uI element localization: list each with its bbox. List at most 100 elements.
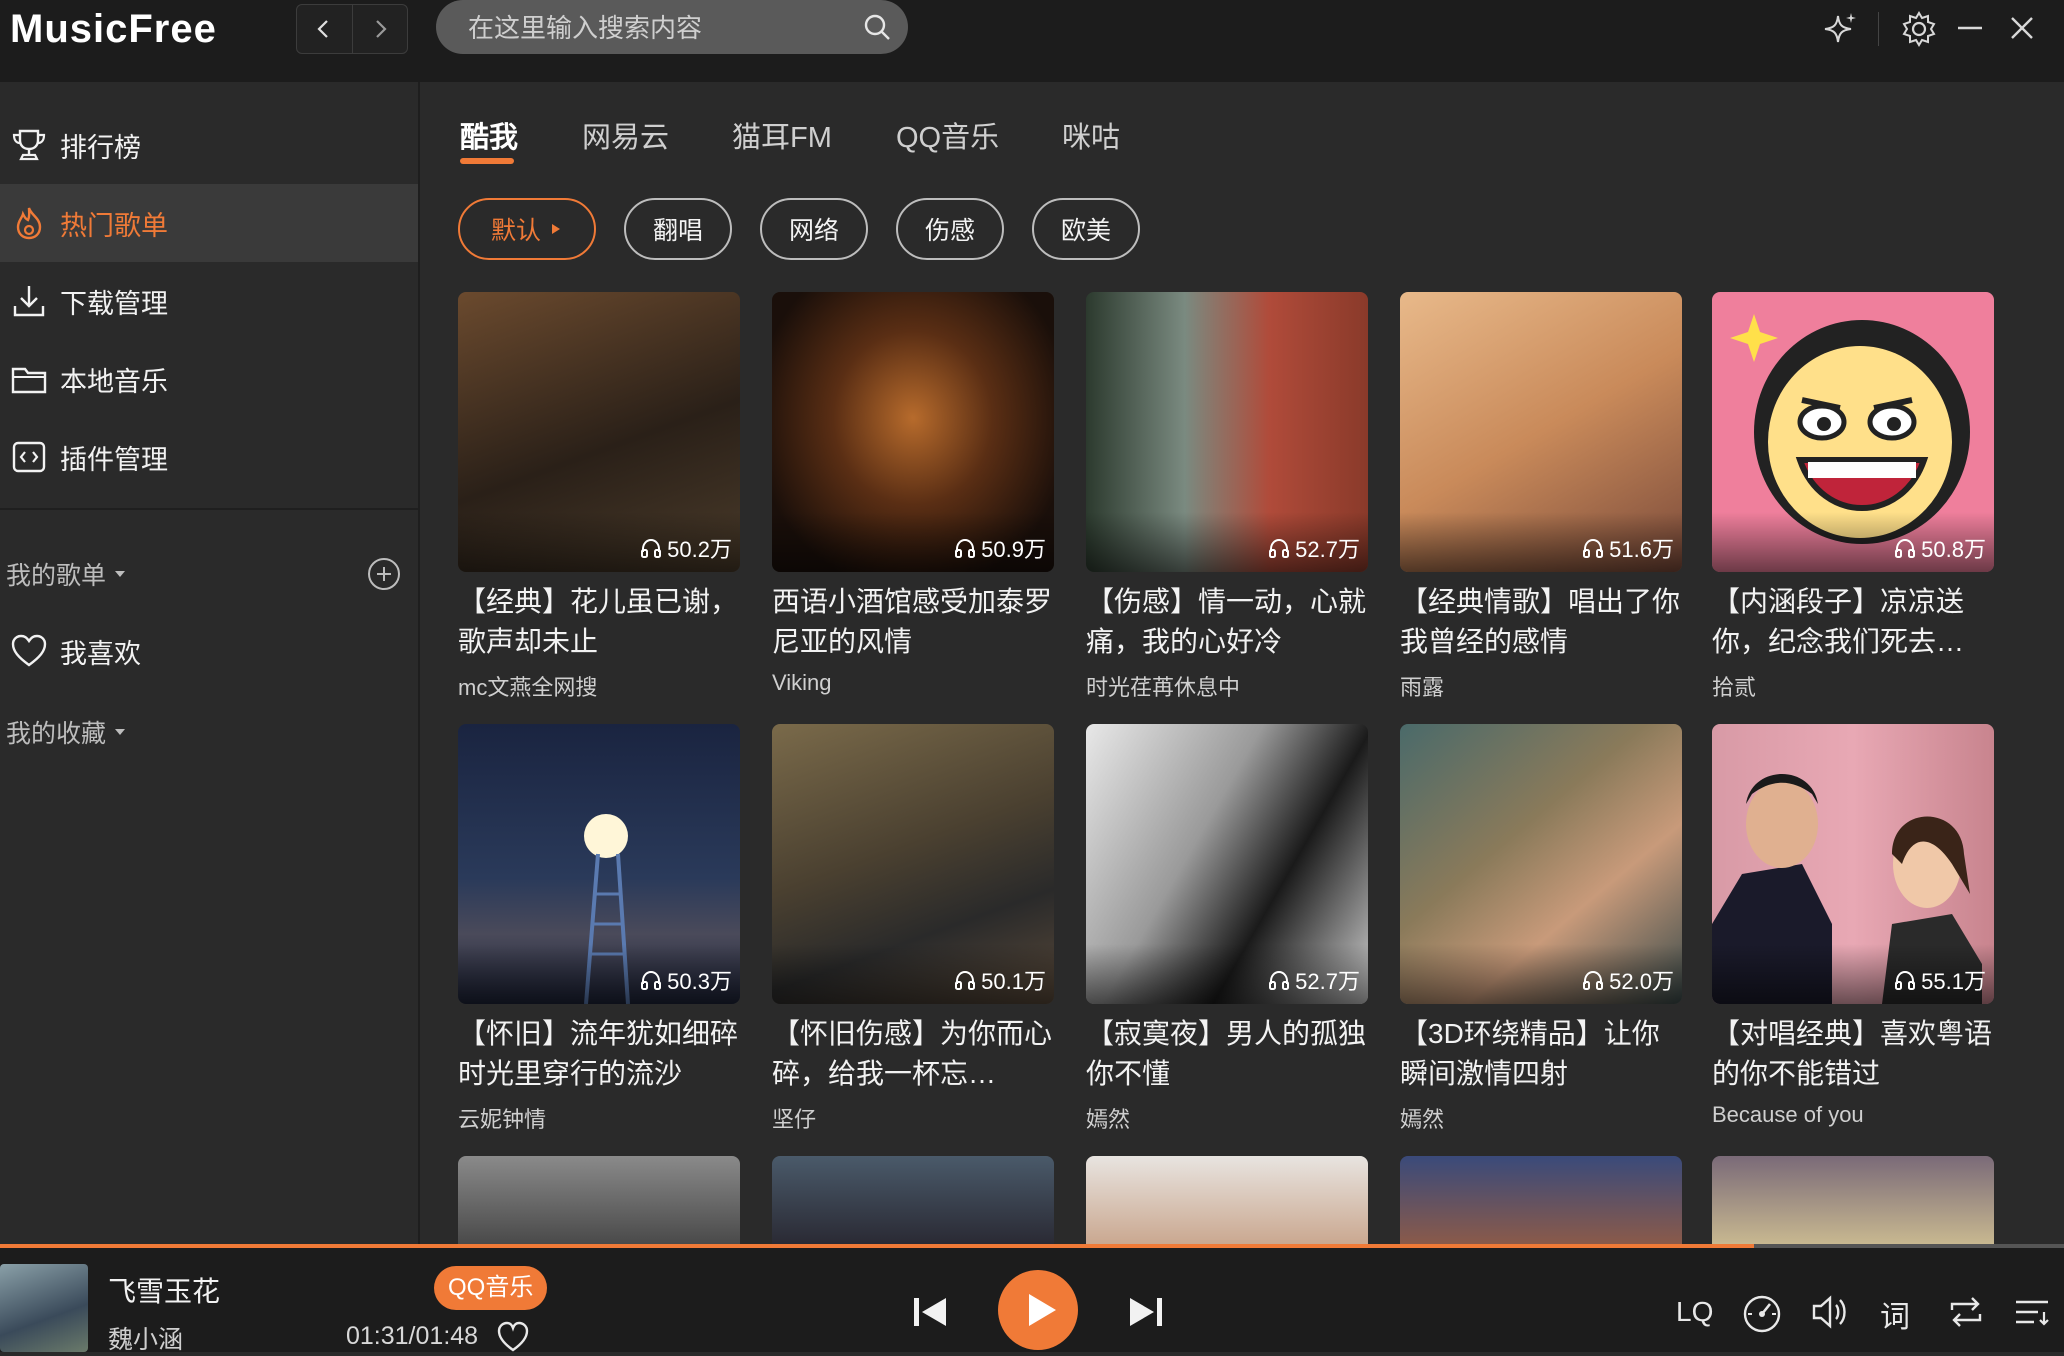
chip-label: 翻唱: [652, 217, 703, 245]
play-count: 52.0万: [1581, 964, 1674, 996]
repeat-icon[interactable]: [1944, 1290, 1988, 1334]
active-tab-indicator: [460, 158, 514, 164]
play-count-value: 52.7万: [1295, 537, 1360, 562]
fire-icon: [10, 204, 48, 242]
playlist-cover[interactable]: [458, 1156, 740, 1244]
now-playing-title[interactable]: 飞雪玉花: [108, 1270, 220, 1310]
tab-migu[interactable]: 咪咕: [1062, 114, 1120, 156]
volume-icon[interactable]: [1808, 1290, 1852, 1334]
speed-dial-icon[interactable]: [1740, 1290, 1784, 1334]
playlist-cover[interactable]: 55.1万: [1712, 724, 1994, 1004]
sidebar-item-favorites[interactable]: 我喜欢: [0, 612, 418, 690]
theme-sparkle-icon[interactable]: [1820, 10, 1860, 50]
playlist-title[interactable]: 【经典情歌】唱出了你我曾经的感情: [1400, 582, 1682, 662]
previous-track-icon[interactable]: [908, 1290, 952, 1334]
play-count-value: 50.1万: [981, 969, 1046, 994]
playlist-title[interactable]: 【怀旧】流年犹如细碎时光里穿行的流沙: [458, 1014, 740, 1094]
caret-down-icon: [115, 729, 126, 735]
play-count-value: 52.7万: [1295, 969, 1360, 994]
search-bar: [436, 0, 908, 56]
playlist-queue-icon[interactable]: [2012, 1290, 2056, 1334]
play-count: 50.9万: [953, 532, 1046, 564]
play-count: 55.1万: [1893, 964, 1986, 996]
playlist-author: 嫣然: [1086, 1107, 1131, 1132]
playlist-cover[interactable]: 51.6万: [1400, 292, 1682, 572]
back-button[interactable]: [297, 5, 353, 53]
settings-gear-icon[interactable]: [1900, 10, 1938, 48]
tab-maoerfm[interactable]: 猫耳FM: [732, 114, 832, 156]
playlist-cover[interactable]: 52.7万: [1086, 292, 1368, 572]
playlist-title[interactable]: 【对唱经典】喜欢粤语的你不能错过: [1712, 1014, 1994, 1094]
tab-netease[interactable]: 网易云: [582, 114, 669, 156]
my-collections-header[interactable]: 我的收藏: [6, 714, 128, 750]
sidebar-item-charts[interactable]: 排行榜: [0, 106, 418, 184]
close-icon[interactable]: [2004, 10, 2040, 46]
tag-chip-default[interactable]: 默认: [458, 198, 596, 260]
playlist-cover[interactable]: [1086, 1156, 1368, 1244]
add-playlist-icon[interactable]: [366, 556, 402, 592]
playlist-title[interactable]: 【3D环绕精品】让你瞬间激情四射: [1400, 1014, 1682, 1094]
sidebar-item-plugins[interactable]: 插件管理: [0, 418, 418, 496]
playlist-cover[interactable]: 50.1万: [772, 724, 1054, 1004]
playlist-title[interactable]: 西语小酒馆感受加泰罗尼亚的风情: [772, 582, 1054, 662]
chevron-right-icon: [375, 20, 387, 38]
minimize-icon[interactable]: [1952, 10, 1988, 46]
tab-qqmusic[interactable]: QQ音乐: [896, 114, 999, 156]
my-collections-label: 我的收藏: [6, 720, 107, 748]
chip-label: 伤感: [924, 217, 975, 245]
headphones-icon: [1269, 970, 1290, 990]
playlist-cover[interactable]: 50.3万: [458, 724, 740, 1004]
my-playlists-label: 我的歌单: [6, 562, 107, 590]
app-logo: MusicFree: [10, 7, 217, 51]
playlist-title[interactable]: 【内涵段子】凉凉送你，纪念我们死去…: [1712, 582, 1994, 662]
play-button[interactable]: [998, 1270, 1078, 1350]
playlist-title[interactable]: 【寂寞夜】男人的孤独你不懂: [1086, 1014, 1368, 1094]
quality-toggle[interactable]: LQ: [1676, 1296, 1713, 1328]
sidebar-item-downloads[interactable]: 下载管理: [0, 262, 418, 340]
playlist-cover[interactable]: [1400, 1156, 1682, 1244]
download-icon: [10, 282, 48, 320]
sidebar-item-label: 本地音乐: [60, 366, 168, 397]
playlist-cover[interactable]: 52.7万: [1086, 724, 1368, 1004]
playlist-cover[interactable]: [772, 1156, 1054, 1244]
sidebar-item-hot-playlists[interactable]: 热门歌单: [0, 184, 418, 262]
tab-kuwo[interactable]: 酷我: [460, 114, 518, 156]
heart-icon[interactable]: [496, 1320, 530, 1354]
next-track-icon[interactable]: [1124, 1290, 1168, 1334]
playlist-title[interactable]: 【经典】花儿虽已谢，歌声却未止: [458, 582, 740, 662]
my-playlists-header[interactable]: 我的歌单: [6, 556, 128, 592]
playlist-title[interactable]: 【怀旧伤感】为你而心碎，给我一杯忘…: [772, 1014, 1054, 1094]
play-count: 52.7万: [1267, 532, 1360, 564]
toolbar-divider: [1878, 12, 1879, 46]
playlist-cover[interactable]: [1712, 1156, 1994, 1244]
search-input[interactable]: [466, 0, 850, 56]
playlist-author: mc文燕全网搜: [458, 675, 598, 700]
lyrics-toggle[interactable]: 词: [1880, 1292, 1910, 1336]
search-icon[interactable]: [862, 12, 892, 42]
now-playing-cover[interactable]: [0, 1264, 88, 1352]
play-count: 50.8万: [1893, 532, 1986, 564]
playlist-author: Because of you: [1712, 1102, 1864, 1127]
playlist-author: 嫣然: [1400, 1107, 1445, 1132]
tag-chip-sad[interactable]: 伤感: [896, 198, 1004, 260]
headphones-icon: [1269, 538, 1290, 558]
chip-label: 网络: [788, 217, 839, 245]
now-playing-artist[interactable]: 魏小涵: [108, 1320, 183, 1356]
playlist-author: 云妮钟情: [458, 1107, 547, 1132]
playlist-title[interactable]: 【伤感】情一动，心就痛，我的心好冷: [1086, 582, 1368, 662]
tag-chip-cover[interactable]: 翻唱: [624, 198, 732, 260]
playlist-cover[interactable]: 52.0万: [1400, 724, 1682, 1004]
playlist-cover[interactable]: 50.2万: [458, 292, 740, 572]
headphones-icon: [1895, 538, 1916, 558]
playlist-cover[interactable]: 50.8万: [1712, 292, 1994, 572]
tag-chip-western[interactable]: 欧美: [1032, 198, 1140, 260]
play-count-value: 51.6万: [1609, 537, 1674, 562]
play-count: 50.1万: [953, 964, 1046, 996]
source-badge: QQ音乐: [434, 1266, 548, 1310]
playlist-cover[interactable]: 50.9万: [772, 292, 1054, 572]
sidebar: 排行榜 热门歌单 下载管理 本地音乐 插件管理 我的歌单 我喜欢 我的收藏: [0, 82, 420, 1244]
sidebar-item-local-music[interactable]: 本地音乐: [0, 340, 418, 418]
play-count-value: 50.8万: [1921, 537, 1986, 562]
forward-button[interactable]: [353, 5, 408, 53]
tag-chip-network[interactable]: 网络: [760, 198, 868, 260]
